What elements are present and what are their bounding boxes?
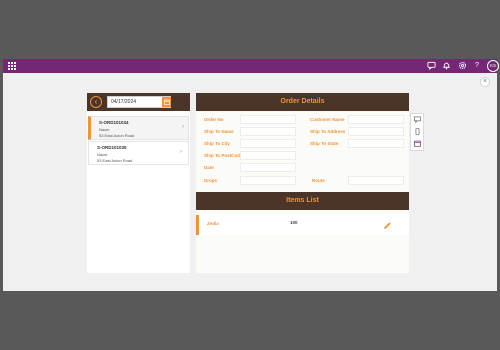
drops-field [240,176,296,185]
order-no-field [240,115,296,124]
calendar-icon[interactable] [413,140,422,149]
items-list-title: Items List [196,192,409,210]
ship-to-state-field [348,139,404,148]
calendar-icon[interactable] [162,97,171,107]
ship-to-state-label: Ship To State [310,141,339,146]
order-customer-name: Nacer [97,152,108,157]
order-address: 53 East Acton Road [99,133,135,138]
ship-to-postcode-label: Ship To PostCode [204,153,243,158]
order-customer-name: Nacer [99,127,110,132]
app-top-bar: ? KS [3,59,499,73]
chevron-right-icon: › [182,124,184,130]
route-label: Route [312,178,325,183]
order-id: S-ORD101034 [99,120,129,125]
order-details-title: Order Details [196,93,409,111]
ship-to-name-label: Ship To Name [204,129,234,134]
comment-icon[interactable] [413,116,422,125]
order-list-item[interactable]: S-ORD101034 Nacer 53 East Acton Road › [88,116,189,140]
date-label: Date [204,165,214,170]
waffle-icon[interactable] [8,62,16,70]
customer-name-label: Customer Name [310,117,345,122]
order-no-label: Order No [204,117,224,122]
gear-icon[interactable] [457,61,467,71]
item-row[interactable]: Zedia 100 [196,215,409,235]
ship-to-address-field [348,127,404,136]
ship-to-postcode-field [240,151,296,160]
customer-name-field [348,115,404,124]
close-icon[interactable]: × [480,77,490,87]
item-quantity: 100 [290,220,298,225]
chat-icon[interactable] [426,61,436,71]
back-arrow-icon[interactable]: ‹ [90,96,102,108]
ship-to-name-field [240,127,296,136]
pencil-icon[interactable] [383,221,392,232]
ship-to-city-field [240,139,296,148]
date-field [240,163,296,172]
bell-icon[interactable] [441,61,451,71]
item-name: Zedia [207,221,219,226]
chevron-right-icon: › [180,149,182,155]
orders-panel-header: ‹ 04/17/2024 [87,93,190,111]
route-field [348,176,404,185]
help-icon[interactable]: ? [472,61,482,71]
side-toolbar [410,113,424,151]
item-selection-bar [196,215,199,235]
orders-panel: ‹ 04/17/2024 S-ORD101034 Nacer 53 East A… [87,93,190,273]
order-details-panel: Order Details Order No Customer Name Shi… [196,93,409,273]
phone-icon[interactable] [413,128,422,137]
order-list-item[interactable]: S-ORD101035 Nacer 53 East Acton Road › [88,141,189,165]
order-address: 53 East Acton Road [97,158,133,163]
ship-to-address-label: Ship To Address [310,129,346,134]
order-id: S-ORD101035 [97,145,127,150]
avatar[interactable]: KS [487,60,499,72]
drops-label: Drops [204,178,218,183]
ship-to-city-label: Ship To City [204,141,230,146]
